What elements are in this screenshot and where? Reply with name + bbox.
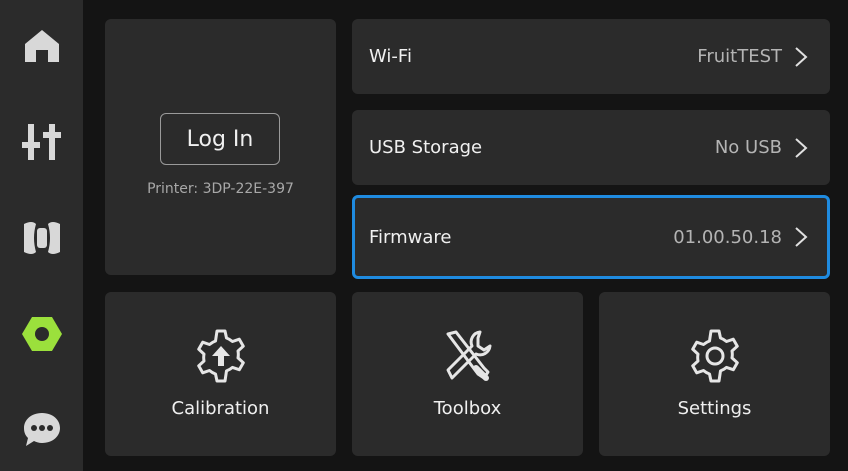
wifi-label: Wi-Fi [369, 46, 412, 67]
usb-storage-value: No USB [714, 137, 782, 158]
wifi-value: FruitTEST [697, 46, 782, 67]
toolbox-tile[interactable]: Toolbox [352, 292, 583, 456]
wifi-row[interactable]: Wi-Fi FruitTEST [352, 19, 830, 94]
firmware-value: 01.00.50.18 [673, 226, 782, 248]
nav-home[interactable] [0, 16, 83, 76]
filament-spool-icon [23, 222, 60, 254]
account-card: Log In Printer: 3DP-22E-397 [105, 19, 336, 275]
settings-gear-icon [599, 328, 830, 384]
sidebar [0, 0, 83, 471]
calibration-tile[interactable]: Calibration [105, 292, 336, 456]
usb-storage-row[interactable]: USB Storage No USB [352, 110, 830, 185]
usb-storage-label: USB Storage [369, 137, 483, 158]
chevron-right-icon [794, 19, 808, 94]
nav-device[interactable] [0, 304, 83, 364]
settings-tile[interactable]: Settings [599, 292, 830, 456]
nav-messages[interactable] [0, 400, 83, 460]
log-in-button[interactable]: Log In [160, 113, 280, 165]
chevron-right-icon [794, 110, 808, 185]
home-icon [24, 30, 59, 62]
printer-name-label: Printer: 3DP-22E-397 [147, 181, 294, 197]
toolbox-label: Toolbox [433, 398, 502, 419]
calibration-label: Calibration [171, 398, 270, 419]
settings-label: Settings [677, 398, 752, 419]
sliders-icon [21, 124, 61, 160]
firmware-label: Firmware [369, 226, 452, 248]
chevron-right-icon [794, 198, 808, 276]
hex-nut-icon [21, 317, 62, 351]
chat-bubble-icon [23, 413, 60, 446]
firmware-row[interactable]: Firmware 01.00.50.18 [352, 195, 830, 279]
nav-controls[interactable] [0, 112, 83, 172]
nav-filament[interactable] [0, 208, 83, 268]
calibration-gear-icon [105, 328, 336, 384]
tools-icon [352, 328, 583, 384]
